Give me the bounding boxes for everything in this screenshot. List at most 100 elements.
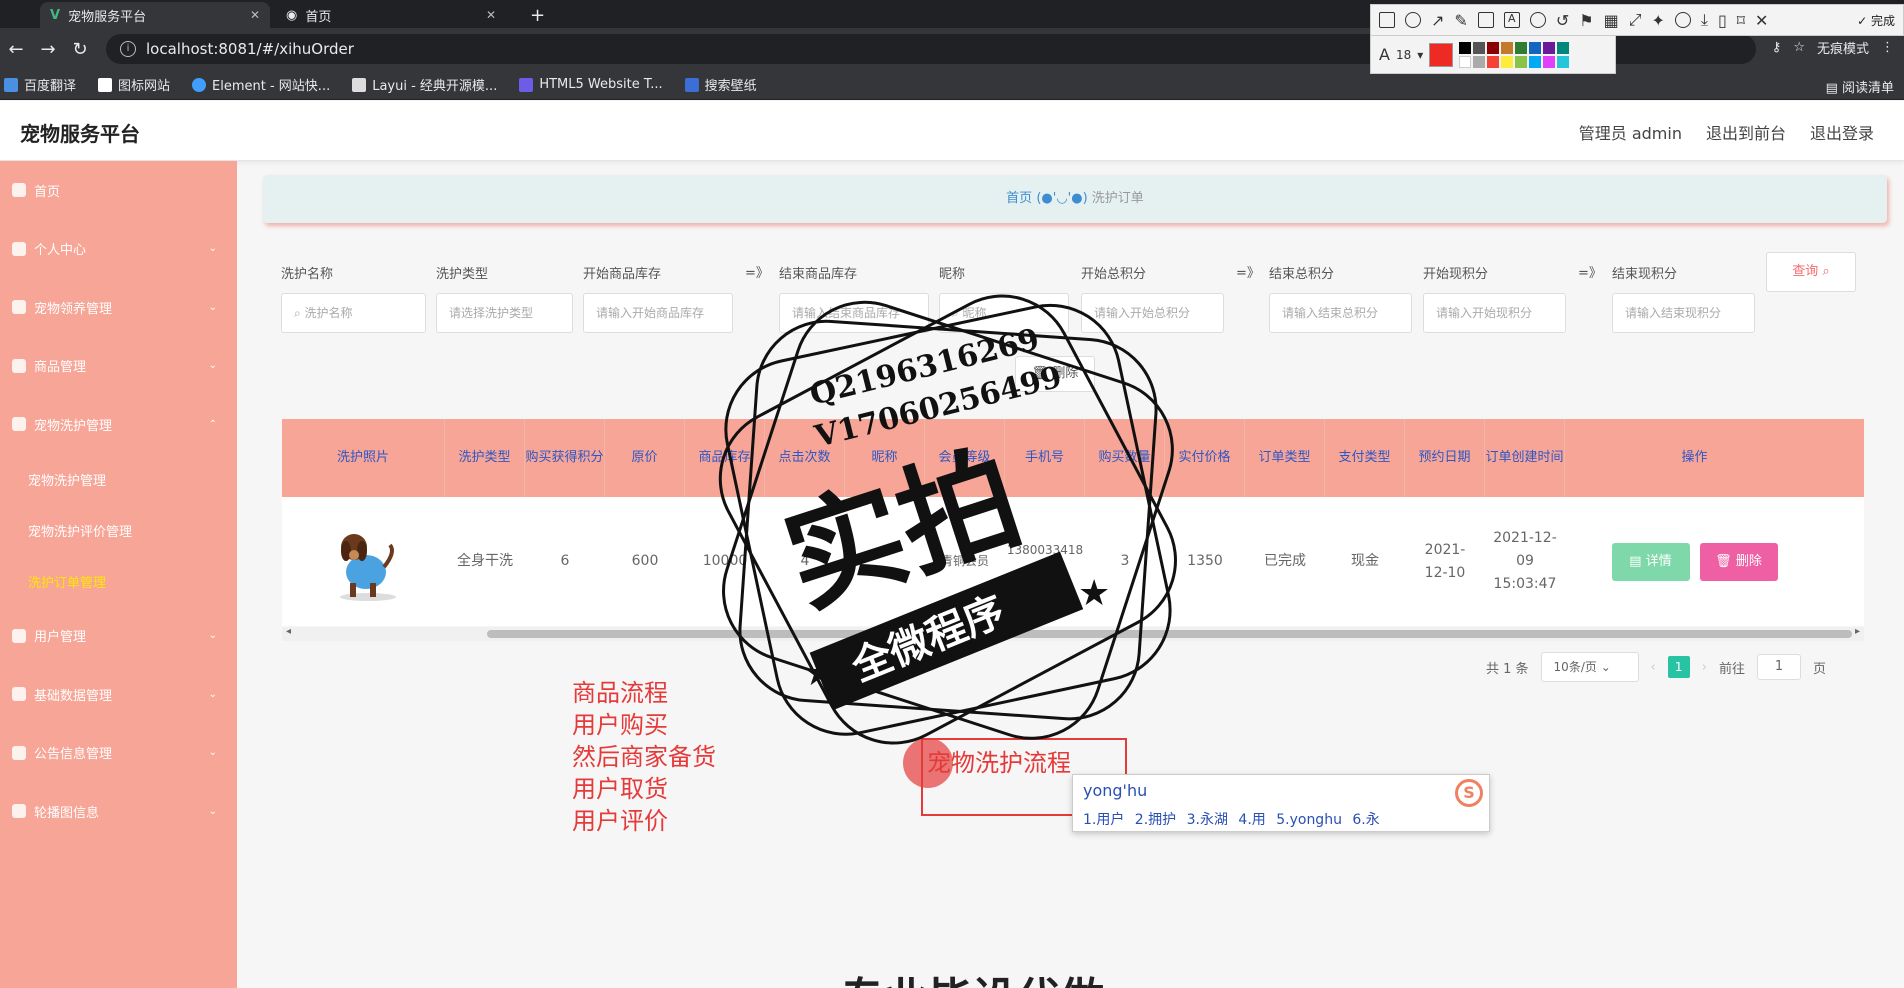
range-arrow-icon: =》 (1578, 266, 1602, 281)
sidebar-item-profile[interactable]: 个人中心 ⌄ (0, 220, 237, 279)
cell-price: 600 (631, 553, 659, 569)
col-order-type[interactable]: 订单类型 (1245, 419, 1325, 497)
col-price[interactable]: 原价 (605, 419, 685, 497)
bookmark-item[interactable]: 百度翻译 (4, 75, 76, 94)
text-tool-icon[interactable]: A (1503, 12, 1520, 28)
scroll-right-icon[interactable]: ▸ (1855, 626, 1860, 637)
breadcrumb-home[interactable]: 首页 (1006, 191, 1032, 206)
cell-created: 2021-12-09 15:03:47 (1493, 530, 1557, 592)
stamp-star-right: ★ (1078, 573, 1110, 614)
next-page-icon[interactable]: › (1702, 660, 1707, 675)
user-icon (12, 241, 26, 256)
record-icon[interactable] (1674, 12, 1691, 28)
back-to-front-link[interactable]: 退出到前台 (1706, 120, 1786, 144)
scroll-left-icon[interactable]: ◂ (286, 626, 291, 637)
sidebar-item-notices[interactable]: 公告信息管理 ⌄ (0, 724, 237, 783)
ellipse-tool-icon[interactable] (1405, 12, 1421, 28)
forward-icon[interactable]: → (32, 39, 64, 60)
undo-icon[interactable]: ↺ (1556, 11, 1569, 30)
tab-home[interactable]: ◉ 首页 ✕ (276, 2, 506, 28)
col-type[interactable]: 洗护类型 (445, 419, 525, 497)
chevron-down-icon[interactable]: ▾ (1417, 48, 1423, 62)
search-name-input[interactable]: ⌕ 洗护名称 (281, 293, 426, 333)
sidebar-item-adoption[interactable]: 宠物领养管理 ⌄ (0, 278, 237, 337)
prev-page-icon[interactable]: ‹ (1651, 660, 1656, 675)
html5-icon (519, 77, 534, 92)
pin2-icon[interactable]: ✦ (1652, 11, 1665, 30)
bookmark-item[interactable]: HTML5 Website T... (519, 77, 663, 92)
sidebar-subitem-orders[interactable]: 洗护订单管理 (0, 556, 237, 607)
sidebar-item-washing[interactable]: 宠物洗护管理 ⌃ (0, 395, 237, 454)
folder-icon (12, 300, 26, 315)
bookmark-icon[interactable]: ⌑ (1737, 11, 1745, 30)
chevron-down-icon: ⌄ (208, 630, 217, 642)
font-size-select[interactable]: 18 (1396, 48, 1411, 62)
sidebar-item-carousel[interactable]: 轮播图信息 ⌄ (0, 782, 237, 841)
new-tab-icon[interactable]: + (520, 2, 550, 28)
admin-label[interactable]: 管理员 admin (1579, 120, 1682, 144)
cancel-icon[interactable]: ✕ (1755, 11, 1768, 30)
close-tab-icon[interactable]: ✕ (486, 8, 496, 22)
ime-candidates[interactable]: 1.用户 2.拥护 3.永湖 4.用 5.yonghu 6.永 (1083, 809, 1380, 829)
reload-icon[interactable]: ↻ (64, 39, 96, 60)
col-photo[interactable]: 洗护照片 (282, 419, 445, 497)
page-size-select[interactable]: 10条/页 ⌄ (1540, 652, 1639, 682)
pen-tool-icon[interactable]: ✎ (1454, 11, 1467, 30)
page-current[interactable]: 1 (1667, 656, 1690, 678)
col-points[interactable]: 购买获得积分 (525, 419, 605, 497)
logout-link[interactable]: 退出登录 (1810, 120, 1874, 144)
bookmark-item[interactable]: 搜索壁纸 (684, 75, 757, 94)
sidebar-subitem-washing[interactable]: 宠物洗护管理 (0, 454, 237, 505)
ocr-icon[interactable]: ▦ (1604, 11, 1619, 30)
dog-photo[interactable] (324, 517, 404, 607)
filter-label-stock-start: 开始商品库存 (583, 267, 662, 282)
col-created[interactable]: 订单创建时间 (1485, 419, 1565, 497)
col-actions: 操作 (1681, 450, 1708, 465)
col-pay-type[interactable]: 支付类型 (1325, 419, 1405, 497)
bookmark-item[interactable]: Element - 网站快... (192, 75, 330, 94)
sidebar-item-base-data[interactable]: 基础数据管理 ⌄ (0, 665, 237, 724)
color-palette[interactable] (1459, 41, 1570, 68)
done-button[interactable]: ✓ 完成 (1857, 12, 1895, 29)
delete-button[interactable]: 🗑 删除 (1699, 542, 1778, 581)
bookmark-item[interactable]: Layui - 经典开源模... (352, 75, 497, 94)
download-icon[interactable]: ⤓ (1701, 10, 1708, 30)
cell-points: 6 (560, 553, 570, 569)
copy-icon[interactable]: ▯ (1718, 11, 1727, 30)
back-icon[interactable]: ← (0, 39, 32, 60)
bookmark-item[interactable]: 图标网站 (98, 75, 170, 94)
sidebar-item-goods[interactable]: 商品管理 ⌄ (0, 337, 237, 396)
stamp-watermark: Q2196316269 V17060256499 实拍 全微程序 ★ ★ (718, 294, 1177, 745)
range-arrow-icon: =》 (1236, 266, 1260, 281)
close-tab-icon[interactable]: ✕ (250, 8, 260, 22)
filter-label-type: 洗护类型 (436, 267, 489, 282)
current-start-input[interactable]: 请输入开始现积分 (1423, 293, 1566, 333)
rectangle-tool-icon[interactable] (1379, 12, 1395, 28)
tab-title: 宠物服务平台 (68, 9, 147, 25)
query-button[interactable]: 查询 ⌕ (1766, 252, 1856, 292)
total-end-input[interactable]: 请输入结束总积分 (1269, 293, 1412, 333)
globe-icon: ◉ (286, 7, 298, 23)
vue-icon: V (50, 7, 61, 23)
bottom-watermark-text: 专业毕设代做 (840, 963, 1104, 988)
mosaic-tool-icon[interactable] (1477, 12, 1494, 28)
pin-icon[interactable]: ⚑ (1579, 11, 1593, 30)
number-tool-icon[interactable] (1529, 12, 1546, 28)
goto-input[interactable]: 1 (1756, 654, 1801, 680)
info-icon[interactable]: i (120, 41, 136, 57)
sidebar-item-users[interactable]: 用户管理 ⌄ (0, 607, 237, 666)
reading-list[interactable]: ▤ 阅读清单 (1826, 77, 1894, 96)
brush-icon (12, 417, 26, 432)
sidebar-item-home[interactable]: 首页 (0, 161, 237, 220)
current-end-input[interactable]: 请输入结束现积分 (1612, 293, 1755, 333)
col-booking-date[interactable]: 预约日期 (1405, 419, 1485, 497)
type-select[interactable]: 请选择洗护类型 (436, 293, 573, 333)
tab-active[interactable]: V 宠物服务平台 ✕ (40, 2, 270, 28)
detail-button[interactable]: ▤ 详情 (1611, 542, 1690, 581)
expand-icon[interactable]: ⤢ (1629, 10, 1642, 30)
arrow-tool-icon[interactable]: ↗ (1431, 11, 1444, 30)
current-color-swatch[interactable] (1429, 42, 1454, 67)
goto-suffix: 页 (1812, 661, 1826, 677)
sidebar-subitem-review[interactable]: 宠物洗护评价管理 (0, 505, 237, 556)
app-title: 宠物服务平台 (20, 122, 140, 146)
